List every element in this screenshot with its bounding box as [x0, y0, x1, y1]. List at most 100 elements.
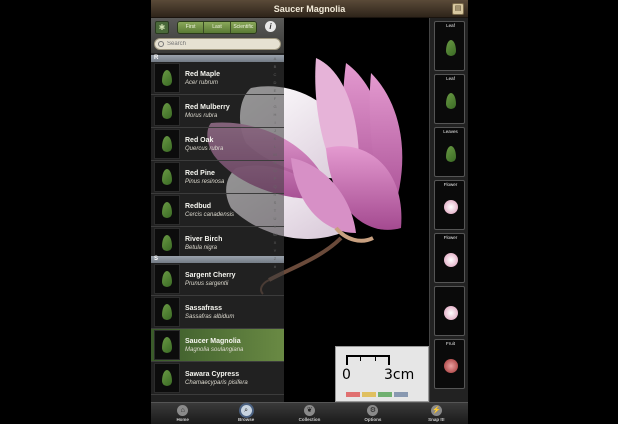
alpha-index-letter[interactable]: C [271, 71, 279, 79]
alpha-index-letter[interactable]: E [271, 87, 279, 95]
scale-zero-label: 0 [342, 367, 351, 383]
tab-options[interactable]: ⚙ Options [341, 403, 404, 424]
tab-collection[interactable]: ❦ Collection [278, 403, 341, 424]
tab-home[interactable]: ⌂ Home [151, 403, 214, 424]
list-item[interactable]: Redbud Cercis canadensis [151, 194, 284, 227]
common-name: Red Oak [185, 136, 214, 144]
ruler-tick [360, 355, 361, 361]
list-item[interactable]: Red Pine Pinus resinosa [151, 161, 284, 194]
leaf-icon [162, 271, 172, 287]
leaf-icon [162, 304, 172, 320]
strip-card-blossoms[interactable] [434, 286, 465, 336]
title-bar: Saucer Magnolia ▤ [151, 0, 468, 18]
list-item[interactable]: Sawara Cypress Chamaecyparis pisifera [151, 362, 284, 395]
alpha-index-letter[interactable]: A [271, 55, 279, 63]
fruit-icon [443, 359, 458, 373]
search-icon [158, 41, 164, 47]
color-swatches [346, 392, 408, 397]
blossom-icon [443, 306, 458, 320]
strip-card-label: Flower [443, 235, 458, 240]
list-item[interactable]: Sargent Cherry Prunus sargentii [151, 263, 284, 296]
leaf-icon [162, 136, 172, 152]
alpha-index-letter[interactable]: W [271, 231, 279, 239]
common-name: Sawara Cypress [185, 370, 240, 378]
scientific-name: Betula nigra [185, 244, 218, 251]
alpha-index-letter[interactable]: M [271, 151, 279, 159]
image-strip: Leaf Leaf Leaves Flower Flower Fruit [429, 18, 468, 402]
alpha-index-letter[interactable]: U [271, 215, 279, 223]
list-item[interactable]: Sassafrass Sassafras albidum [151, 296, 284, 329]
home-icon: ⌂ [177, 405, 189, 416]
tab-browse[interactable]: ⌕ Browse [214, 403, 277, 424]
alpha-index-letter[interactable]: J [271, 127, 279, 135]
strip-card-leaf[interactable]: Leaf [434, 21, 465, 71]
alpha-index-letter[interactable]: K [271, 135, 279, 143]
alpha-index-letter[interactable]: F [271, 95, 279, 103]
book-icon[interactable]: ▤ [452, 3, 464, 15]
browse-icon: ⌕ [240, 405, 252, 416]
alpha-index-letter[interactable]: L [271, 143, 279, 151]
leaf-icon [162, 337, 172, 353]
strip-card-flower[interactable]: Flower [434, 180, 465, 230]
search-input[interactable] [154, 38, 281, 50]
scientific-name: Morus rubra [185, 112, 218, 119]
sort-first-button[interactable]: First [178, 22, 205, 33]
alpha-index-letter[interactable]: I [271, 119, 279, 127]
alpha-index-letter[interactable]: S [271, 199, 279, 207]
tree-icon[interactable]: ✱ [155, 21, 169, 34]
leaf-thumbnail [154, 63, 180, 93]
list-toolbar: ✱ First Last Scientific i [151, 18, 284, 54]
info-icon[interactable]: i [265, 21, 276, 32]
alpha-index-letter[interactable]: G [271, 103, 279, 111]
swatch-yellow [362, 392, 376, 397]
alpha-index-letter[interactable]: B [271, 63, 279, 71]
leaf-icon [162, 202, 172, 218]
list-item-selected[interactable]: Saucer Magnolia Magnolia soulangiana [151, 329, 284, 362]
alpha-index-letter[interactable]: P [271, 175, 279, 183]
leaf-icon [445, 93, 456, 109]
list-item[interactable]: Red Mulberry Morus rubra [151, 95, 284, 128]
alpha-index-letter[interactable]: X [271, 239, 279, 247]
common-name: Saucer Magnolia [185, 337, 241, 345]
alpha-index-letter[interactable]: H [271, 111, 279, 119]
page-title: Saucer Magnolia [273, 3, 346, 14]
common-name: Red Mulberry [185, 103, 230, 111]
scientific-name: Acer rubrum [185, 79, 219, 86]
tab-label: Home [176, 417, 189, 422]
ruler-bar [346, 355, 390, 365]
common-name: River Birch [185, 235, 223, 243]
leaf-thumbnail [154, 363, 180, 393]
strip-card-leaves[interactable]: Leaves [434, 127, 465, 177]
gear-icon: ⚙ [367, 405, 379, 416]
list-item[interactable]: Red Oak Quercus rubra [151, 128, 284, 161]
sort-last-button[interactable]: Last [204, 22, 231, 33]
leaf-thumbnail [154, 129, 180, 159]
strip-card-label: Fruit [446, 341, 455, 346]
alpha-index-letter[interactable]: V [271, 223, 279, 231]
strip-card-flower[interactable]: Flower [434, 233, 465, 283]
alpha-index-letter[interactable]: N [271, 159, 279, 167]
alpha-index-letter[interactable]: T [271, 207, 279, 215]
alpha-index-letter[interactable]: R [271, 191, 279, 199]
list-item[interactable]: Red Maple Acer rubrum [151, 62, 284, 95]
alpha-index-letter[interactable]: Q [271, 183, 279, 191]
sort-scientific-button[interactable]: Scientific [230, 22, 256, 33]
leaf-thumbnail [154, 228, 180, 258]
strip-card-fruit[interactable]: Fruit [434, 339, 465, 389]
common-name: Redbud [185, 202, 212, 210]
alphabet-index[interactable]: A B C D E F G H I J K L M N O P Q R S T U V W X Y Z # [271, 55, 279, 271]
alpha-index-letter[interactable]: Z [271, 255, 279, 263]
alpha-index-letter[interactable]: # [271, 263, 279, 271]
strip-card-leaf[interactable]: Leaf [434, 74, 465, 124]
alpha-index-letter[interactable]: O [271, 167, 279, 175]
alpha-index-letter[interactable]: D [271, 79, 279, 87]
tab-label: Browse [237, 417, 255, 422]
leaf-icon [162, 169, 172, 185]
leaf-icon [162, 70, 172, 86]
scale-3cm-label: 3cm [384, 367, 415, 383]
scientific-name: Pinus resinosa [185, 178, 225, 185]
lightning-icon: ⚡ [430, 405, 442, 416]
alpha-index-letter[interactable]: Y [271, 247, 279, 255]
tab-snap-it[interactable]: ⚡ Snap It! [405, 403, 468, 424]
leaf-icon [445, 40, 456, 56]
